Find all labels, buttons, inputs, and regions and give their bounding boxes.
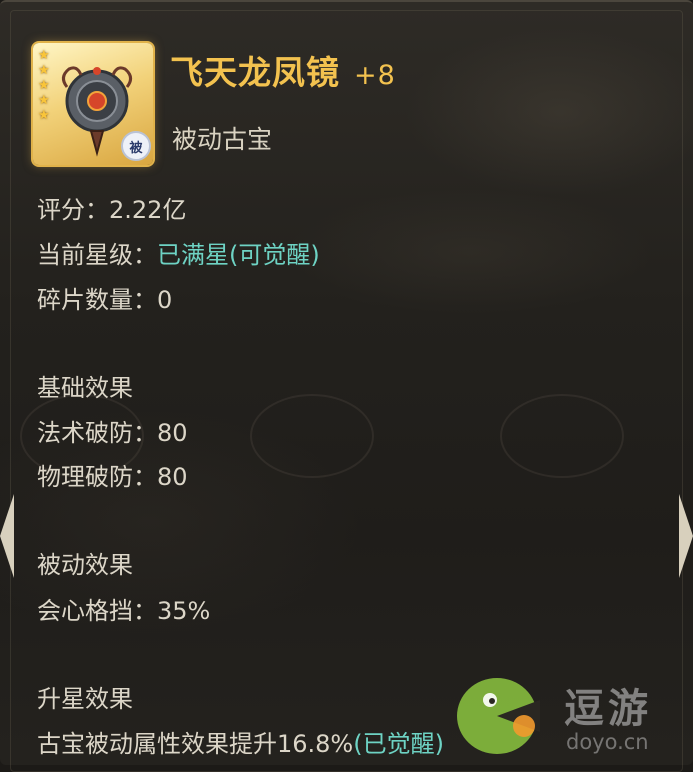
doyo-logo-icon <box>457 678 540 754</box>
awakened-status: (已觉醒) <box>353 730 444 758</box>
star-rating: ★ ★ ★ ★ ★ <box>38 48 52 123</box>
passive-badge: 被 <box>121 131 151 161</box>
watermark-url: doyo.cn <box>566 730 649 754</box>
shard-count-label: 碎片数量： <box>37 286 157 314</box>
basic-effect-line: 法术破防：80 <box>37 419 188 447</box>
star-icon: ★ <box>38 108 50 123</box>
star-effect-text: 古宝被动属性效果提升16.8% <box>37 730 354 758</box>
bg-item-silhouette <box>250 394 374 478</box>
star-level-label: 当前星级： <box>37 241 157 269</box>
watermark-text: 逗游 <box>564 686 652 732</box>
star-icon: ★ <box>38 63 50 78</box>
item-icon-frame[interactable]: ★ ★ ★ ★ ★ 被 <box>33 43 153 165</box>
basic-effect-line: 物理破防：80 <box>37 463 188 491</box>
star-effects-heading: 升星效果 <box>37 685 133 713</box>
prev-arrow-icon[interactable] <box>0 494 14 578</box>
item-title: 飞天龙凤镜 +8 <box>170 46 396 94</box>
score-row: 评分：2.22亿 <box>37 190 186 225</box>
star-level-row: 当前星级：已满星(可觉醒) <box>37 235 320 270</box>
enhance-level: +8 <box>354 60 396 91</box>
shard-count-row: 碎片数量：0 <box>37 280 172 315</box>
star-level-value: 已满星(可觉醒) <box>157 241 320 269</box>
passive-effect-line: 会心格挡：35% <box>37 597 211 625</box>
star-icon: ★ <box>38 93 50 108</box>
item-type: 被动古宝 <box>172 125 273 154</box>
star-effect-line: 古宝被动属性效果提升16.8%(已觉醒) <box>37 724 444 759</box>
score-label: 评分： <box>37 196 109 224</box>
basic-effects-heading: 基础效果 <box>37 374 133 402</box>
item-tooltip-panel: ★ ★ ★ ★ ★ 被 飞天龙凤镜 +8 被动古宝 评分：2.22亿 当前星级：已… <box>0 0 693 772</box>
watermark: 逗游 doyo.cn <box>452 664 692 764</box>
star-icon: ★ <box>38 78 50 93</box>
star-icon: ★ <box>38 48 50 63</box>
shard-count-value: 0 <box>157 286 173 314</box>
next-arrow-icon[interactable] <box>679 494 693 578</box>
score-value: 2.22亿 <box>109 196 187 224</box>
bg-item-silhouette <box>500 394 624 478</box>
item-name: 飞天龙凤镜 <box>170 53 340 92</box>
passive-effects-heading: 被动效果 <box>37 551 133 579</box>
